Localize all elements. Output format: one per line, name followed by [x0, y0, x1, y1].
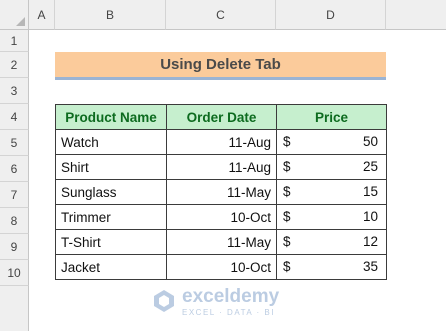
currency-symbol: $: [283, 159, 291, 174]
product-cell[interactable]: Jacket: [55, 254, 167, 280]
row-header-4[interactable]: 4: [0, 104, 29, 130]
title-text: Using Delete Tab: [160, 56, 281, 73]
price-cell[interactable]: $15: [276, 179, 387, 205]
column-header-b[interactable]: B: [55, 0, 166, 30]
select-all-corner[interactable]: [0, 0, 29, 30]
column-header-e[interactable]: [386, 0, 446, 30]
row-header-8[interactable]: 8: [0, 208, 29, 234]
date-cell[interactable]: 10-Oct: [166, 204, 277, 230]
watermark-name: exceldemy: [182, 286, 280, 307]
date-cell[interactable]: 11-Aug: [166, 129, 277, 155]
currency-symbol: $: [283, 209, 291, 224]
product-cell[interactable]: Trimmer: [55, 204, 167, 230]
date-cell[interactable]: 11-Aug: [166, 154, 277, 180]
price-value: 35: [362, 259, 378, 274]
table-row: Jacket 10-Oct $35: [55, 254, 387, 280]
price-value: 15: [362, 184, 378, 199]
product-cell[interactable]: Sunglass: [55, 179, 167, 205]
row-header-6[interactable]: 6: [0, 156, 29, 182]
watermark-tagline: EXCEL · DATA · BI: [182, 308, 275, 317]
row-header-1[interactable]: 1: [0, 30, 29, 52]
product-cell[interactable]: Watch: [55, 129, 167, 155]
currency-symbol: $: [283, 184, 291, 199]
price-cell[interactable]: $12: [276, 229, 387, 255]
date-cell[interactable]: 11-May: [166, 179, 277, 205]
row-header-7[interactable]: 7: [0, 182, 29, 208]
row-header-10[interactable]: 10: [0, 260, 29, 286]
row-header-9[interactable]: 9: [0, 234, 29, 260]
product-cell[interactable]: T-Shirt: [55, 229, 167, 255]
currency-symbol: $: [283, 234, 291, 249]
column-header-a[interactable]: A: [29, 0, 55, 30]
spreadsheet: A B C D 1 2 3 4 5 6 7 8 9 10 Using Delet…: [0, 0, 446, 331]
header-order-date[interactable]: Order Date: [166, 104, 277, 130]
table-row: Shirt 11-Aug $25: [55, 154, 387, 180]
header-product-name[interactable]: Product Name: [55, 104, 167, 130]
row-header-blank: [0, 286, 29, 331]
row-header-3[interactable]: 3: [0, 78, 29, 104]
row-header-5[interactable]: 5: [0, 130, 29, 156]
header-price[interactable]: Price: [276, 104, 387, 130]
price-value: 25: [362, 159, 378, 174]
table-row: Trimmer 10-Oct $10: [55, 204, 387, 230]
column-header-c[interactable]: C: [166, 0, 276, 30]
price-value: 50: [362, 134, 378, 149]
date-cell[interactable]: 10-Oct: [166, 254, 277, 280]
price-cell[interactable]: $35: [276, 254, 387, 280]
table-row: Watch 11-Aug $50: [55, 129, 387, 155]
column-header-d[interactable]: D: [276, 0, 386, 30]
exceldemy-logo-icon: [154, 290, 174, 312]
table-row: T-Shirt 11-May $12: [55, 229, 387, 255]
title-cell[interactable]: Using Delete Tab: [55, 52, 386, 80]
price-cell[interactable]: $10: [276, 204, 387, 230]
price-value: 10: [362, 209, 378, 224]
price-cell[interactable]: $25: [276, 154, 387, 180]
price-value: 12: [362, 234, 378, 249]
price-cell[interactable]: $50: [276, 129, 387, 155]
select-all-triangle-icon: [16, 17, 25, 26]
currency-symbol: $: [283, 134, 291, 149]
currency-symbol: $: [283, 259, 291, 274]
table-row: Sunglass 11-May $15: [55, 179, 387, 205]
exceldemy-watermark: exceldemy EXCEL · DATA · BI: [152, 286, 312, 320]
row-header-2[interactable]: 2: [0, 52, 29, 78]
data-table: Product Name Order Date Price Watch 11-A…: [55, 104, 387, 280]
date-cell[interactable]: 11-May: [166, 229, 277, 255]
table-header-row: Product Name Order Date Price: [55, 104, 387, 130]
product-cell[interactable]: Shirt: [55, 154, 167, 180]
